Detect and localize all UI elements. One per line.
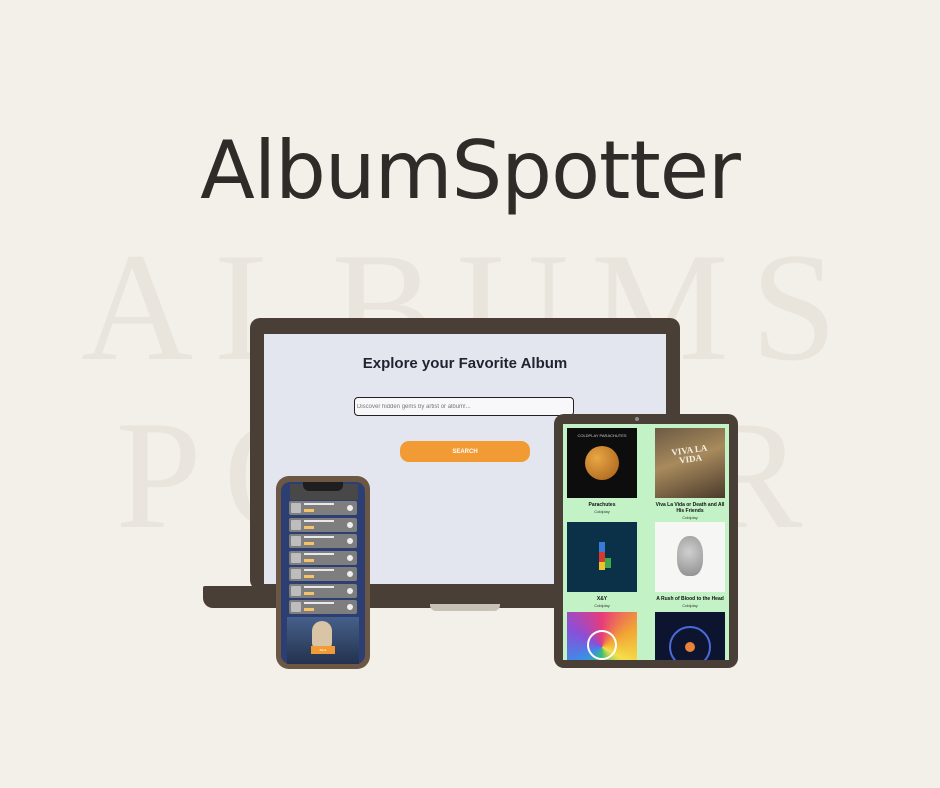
track-thumbnail	[291, 602, 301, 612]
track-row[interactable]	[289, 501, 357, 515]
album-cover-text: COLDPLAY PARACHUTES	[577, 433, 627, 438]
album-card[interactable]: A Rush of Blood to the Head Coldplay	[655, 522, 725, 608]
play-icon[interactable]	[347, 571, 353, 577]
geometric-circle	[587, 630, 617, 660]
album-name: Parachutes	[588, 502, 616, 508]
play-icon[interactable]	[347, 587, 353, 594]
color-block	[605, 558, 611, 568]
album-cover-rush-of-blood	[655, 522, 725, 592]
play-icon[interactable]	[347, 521, 353, 528]
planet-icon	[685, 642, 695, 652]
track-row[interactable]	[289, 567, 357, 581]
album-cover-parachutes: COLDPLAY PARACHUTES	[567, 428, 637, 498]
phone-artist-face	[312, 621, 332, 649]
album-name: Viva La Vida or Death and All His Friend…	[655, 502, 725, 514]
track-row[interactable]	[289, 583, 357, 598]
play-icon[interactable]	[347, 538, 353, 544]
track-label	[304, 575, 314, 578]
tablet-camera	[635, 417, 639, 421]
yellow-globe-image	[585, 446, 619, 480]
track-thumbnail	[291, 503, 301, 513]
search-input[interactable]	[354, 397, 574, 416]
album-name: X&Y	[596, 596, 608, 602]
track-label	[304, 608, 314, 611]
laptop-heading: Explore your Favorite Album	[362, 355, 568, 372]
track-row[interactable]	[289, 534, 357, 548]
track-label	[304, 503, 334, 505]
album-card[interactable]: X&Y Coldplay	[567, 522, 637, 608]
track-label	[304, 591, 314, 595]
page-title: AlbumSpotter	[200, 124, 741, 217]
track-thumbnail	[291, 585, 301, 596]
track-row[interactable]	[289, 600, 357, 614]
track-label	[304, 585, 334, 588]
track-thumbnail	[291, 569, 301, 579]
album-name: A Rush of Blood to the Head	[656, 596, 724, 602]
track-label	[304, 569, 334, 571]
play-icon[interactable]	[347, 554, 353, 561]
album-card[interactable]: COLDPLAY PARACHUTES Parachutes Coldplay	[567, 428, 637, 514]
phone-notch	[303, 482, 343, 491]
album-cover-viva-la-vida: VIVA LA VIDA	[655, 428, 725, 498]
track-thumbnail	[291, 519, 301, 530]
track-label	[304, 509, 314, 512]
album-artist: Coldplay	[594, 603, 610, 608]
play-icon[interactable]	[347, 505, 353, 511]
sculpted-head-image	[677, 536, 703, 576]
album-card[interactable]	[567, 612, 637, 660]
album-card[interactable]: VIVA LA VIDA Viva La Vida or Death and A…	[655, 428, 725, 520]
track-label	[304, 525, 314, 529]
album-cover-text: VIVA LA VIDA	[670, 442, 708, 466]
track-thumbnail	[291, 536, 301, 546]
track-label	[304, 602, 334, 604]
album-cover-planets	[655, 612, 725, 660]
album-cover-colorful	[567, 612, 637, 660]
tablet-screen: COLDPLAY PARACHUTES Parachutes Coldplay …	[563, 424, 729, 660]
album-artist: Coldplay	[594, 509, 610, 514]
track-thumbnail	[291, 552, 301, 563]
laptop-notch	[430, 604, 500, 611]
track-row[interactable]	[289, 517, 357, 532]
album-artist: Coldplay	[682, 515, 698, 520]
phone-back-button[interactable]: Back	[311, 646, 335, 654]
search-button[interactable]: SEARCH	[400, 441, 530, 462]
track-label	[304, 552, 334, 555]
album-cover-xy	[567, 522, 637, 592]
album-card[interactable]	[655, 612, 725, 660]
album-artist: Coldplay	[682, 603, 698, 608]
play-icon[interactable]	[347, 604, 353, 610]
track-label	[304, 536, 334, 538]
color-block	[599, 542, 605, 552]
track-label	[304, 519, 334, 522]
track-label	[304, 558, 314, 562]
track-row[interactable]	[289, 550, 357, 565]
track-label	[304, 542, 314, 545]
